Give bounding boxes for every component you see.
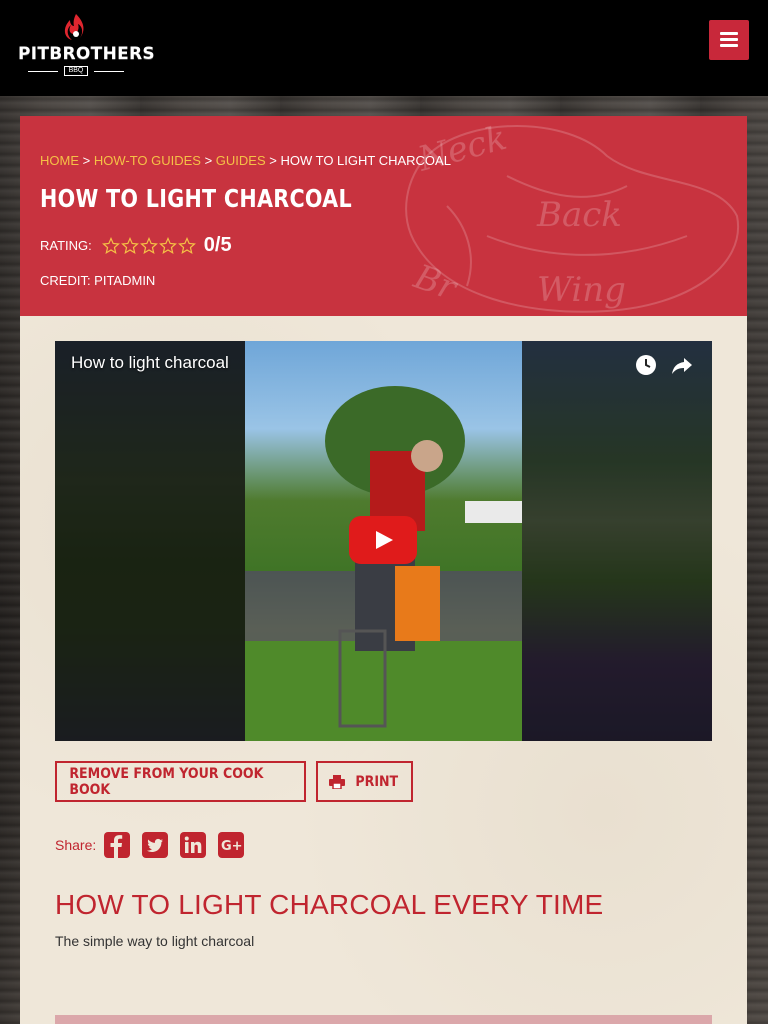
star-icon[interactable] [139,236,158,255]
logo-wordmark: PITBROTHERS [18,44,155,64]
share-bar: Share: G+ [55,832,256,858]
clock-icon[interactable] [634,353,658,377]
hamburger-icon [720,32,738,35]
svg-text:G+: G+ [221,839,243,854]
hamburger-icon-bar [720,44,738,47]
top-navbar: PITBROTHERS BBQ [0,0,768,96]
deco-word-back: Back [536,195,622,235]
rating-value: 0/5 [203,234,232,256]
linkedin-icon[interactable] [180,832,207,858]
hamburger-icon-bar [720,38,738,41]
breadcrumb: HOME > HOW-TO GUIDES > GUIDES > HOW TO L… [40,153,451,168]
video-title[interactable]: How to light charcoal [71,353,229,373]
remove-from-cookbook-button[interactable]: REMOVE FROM YOUR COOK BOOK [55,761,306,802]
menu-button[interactable] [709,20,749,60]
recipe-hero: Neck Back Wing Br HOME > HOW-TO GUIDES >… [20,116,747,316]
star-icon[interactable] [177,236,196,255]
content-heading: HOW TO LIGHT CHARCOAL EVERY TIME [55,889,604,920]
page-title: HOW TO LIGHT CHARCOAL [40,184,352,213]
logo-rule-left [28,71,58,72]
twitter-icon[interactable] [142,832,169,858]
deco-word-wing: Wing [537,270,626,310]
flame-icon [64,14,84,40]
play-icon[interactable] [349,516,417,564]
print-label: PRINT [355,773,398,790]
breadcrumb-home[interactable]: HOME [40,153,79,168]
share-arrow-icon[interactable] [670,353,694,377]
video-blur-right [522,341,712,741]
rating-label: RATING: [40,238,92,253]
breadcrumb-separator: > [79,153,94,168]
site-logo[interactable]: PITBROTHERS BBQ [18,12,155,78]
deco-word-neck: Neck [413,118,511,180]
section-divider [55,1015,712,1024]
star-icon[interactable] [120,236,139,255]
credit: CREDIT: PITADMIN [40,273,156,288]
rating-stars[interactable] [101,236,196,255]
breadcrumb-how-to-guides[interactable]: HOW-TO GUIDES [94,153,201,168]
print-button[interactable]: PRINT [316,761,413,802]
star-icon[interactable] [158,236,177,255]
breadcrumb-current: HOW TO LIGHT CHARCOAL [280,153,451,168]
logo-subtext: BBQ [64,66,88,76]
breadcrumb-separator: > [200,153,216,168]
deco-word-breast: Br [408,257,463,310]
logo-rule-right [94,71,124,72]
chicken-cuts-illustration: Neck Back Wing Br [405,118,740,313]
video-blur-left [55,341,245,741]
content-panel: How to light charcoal REMOVE FROM YOUR C… [20,316,747,1024]
breadcrumb-guides[interactable]: GUIDES [216,153,266,168]
star-icon[interactable] [101,236,120,255]
share-label: Share: [55,837,97,853]
remove-from-cookbook-label: REMOVE FROM YOUR COOK BOOK [69,765,264,798]
printer-icon [328,774,345,789]
google-plus-icon[interactable]: G+ [218,832,245,858]
facebook-icon[interactable] [104,832,131,858]
content-subtitle: The simple way to light charcoal [55,933,255,949]
rating: RATING: 0/5 [40,234,232,257]
video-player[interactable]: How to light charcoal [55,341,712,741]
breadcrumb-separator: > [265,153,281,168]
